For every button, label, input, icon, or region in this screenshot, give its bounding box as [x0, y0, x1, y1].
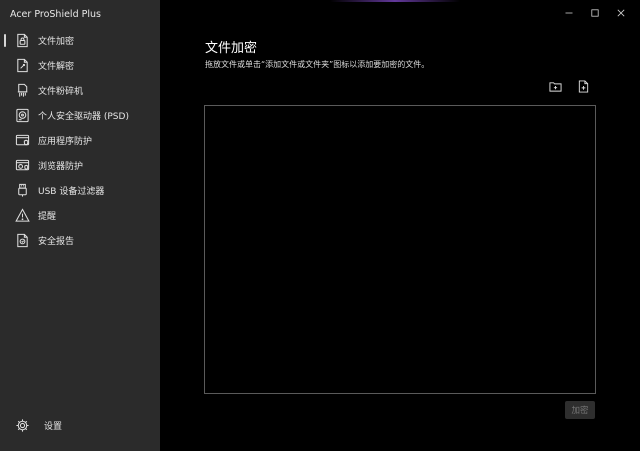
sidebar: Acer ProShield Plus 文件加密 文件解密 文件粉碎机 个人安全… [0, 0, 160, 451]
sidebar-item-label: 浏览器防护 [38, 162, 84, 172]
sidebar-item-browser-protection[interactable]: 浏览器防护 [0, 153, 160, 178]
minimize-button[interactable] [556, 2, 582, 20]
page-subtitle: 拖放文件或单击“添加文件或文件夹”图标以添加要加密的文件。 [205, 60, 430, 69]
add-file-icon [577, 78, 590, 97]
close-button[interactable] [608, 2, 634, 20]
add-folder-icon [548, 78, 562, 97]
maximize-button[interactable] [582, 2, 608, 20]
encrypt-button[interactable]: 加密 [565, 401, 595, 419]
sidebar-item-usb-filter[interactable]: USB 设备过滤器 [0, 178, 160, 203]
sidebar-item-file-shredder[interactable]: 文件粉碎机 [0, 78, 160, 103]
maximize-icon [591, 2, 599, 21]
app-protect-icon [14, 133, 30, 149]
security-report-icon [14, 233, 30, 249]
sidebar-item-app-protection[interactable]: 应用程序防护 [0, 128, 160, 153]
settings-button[interactable]: 设置 [0, 413, 174, 437]
sidebar-item-file-encryption[interactable]: 文件加密 [0, 28, 160, 53]
app-title: Acer ProShield Plus [10, 9, 101, 20]
warning-icon [14, 208, 30, 224]
browser-protect-icon [14, 158, 30, 174]
settings-label: 设置 [44, 421, 63, 432]
file-shredder-icon [14, 83, 30, 99]
sidebar-item-label: 文件解密 [38, 62, 75, 72]
add-folder-button[interactable] [547, 79, 563, 95]
sidebar-item-label: USB 设备过滤器 [38, 187, 105, 197]
close-icon [617, 2, 625, 21]
sidebar-nav: 文件加密 文件解密 文件粉碎机 个人安全驱动器 (PSD) 应用程序防护 浏览器… [0, 28, 160, 253]
sidebar-item-label: 文件加密 [38, 37, 75, 47]
file-drop-area[interactable] [204, 105, 596, 394]
file-unlock-icon [14, 58, 30, 74]
gear-icon [14, 417, 30, 433]
secure-drive-icon [14, 108, 30, 124]
usb-icon [14, 183, 30, 199]
sidebar-item-label: 安全报告 [38, 237, 75, 247]
page-title: 文件加密 [205, 41, 258, 56]
sidebar-item-secure-drive[interactable]: 个人安全驱动器 (PSD) [0, 103, 160, 128]
sidebar-item-label: 提醒 [38, 212, 57, 222]
window-controls [556, 2, 634, 20]
add-file-button[interactable] [575, 79, 591, 95]
sidebar-item-label: 文件粉碎机 [38, 87, 84, 97]
accent-glow [330, 0, 460, 2]
minimize-icon [565, 2, 573, 21]
file-lock-icon [14, 33, 30, 49]
sidebar-item-alerts[interactable]: 提醒 [0, 203, 160, 228]
sidebar-item-security-report[interactable]: 安全报告 [0, 228, 160, 253]
sidebar-item-label: 个人安全驱动器 (PSD) [38, 112, 129, 122]
sidebar-item-file-decryption[interactable]: 文件解密 [0, 53, 160, 78]
sidebar-item-label: 应用程序防护 [38, 137, 93, 147]
